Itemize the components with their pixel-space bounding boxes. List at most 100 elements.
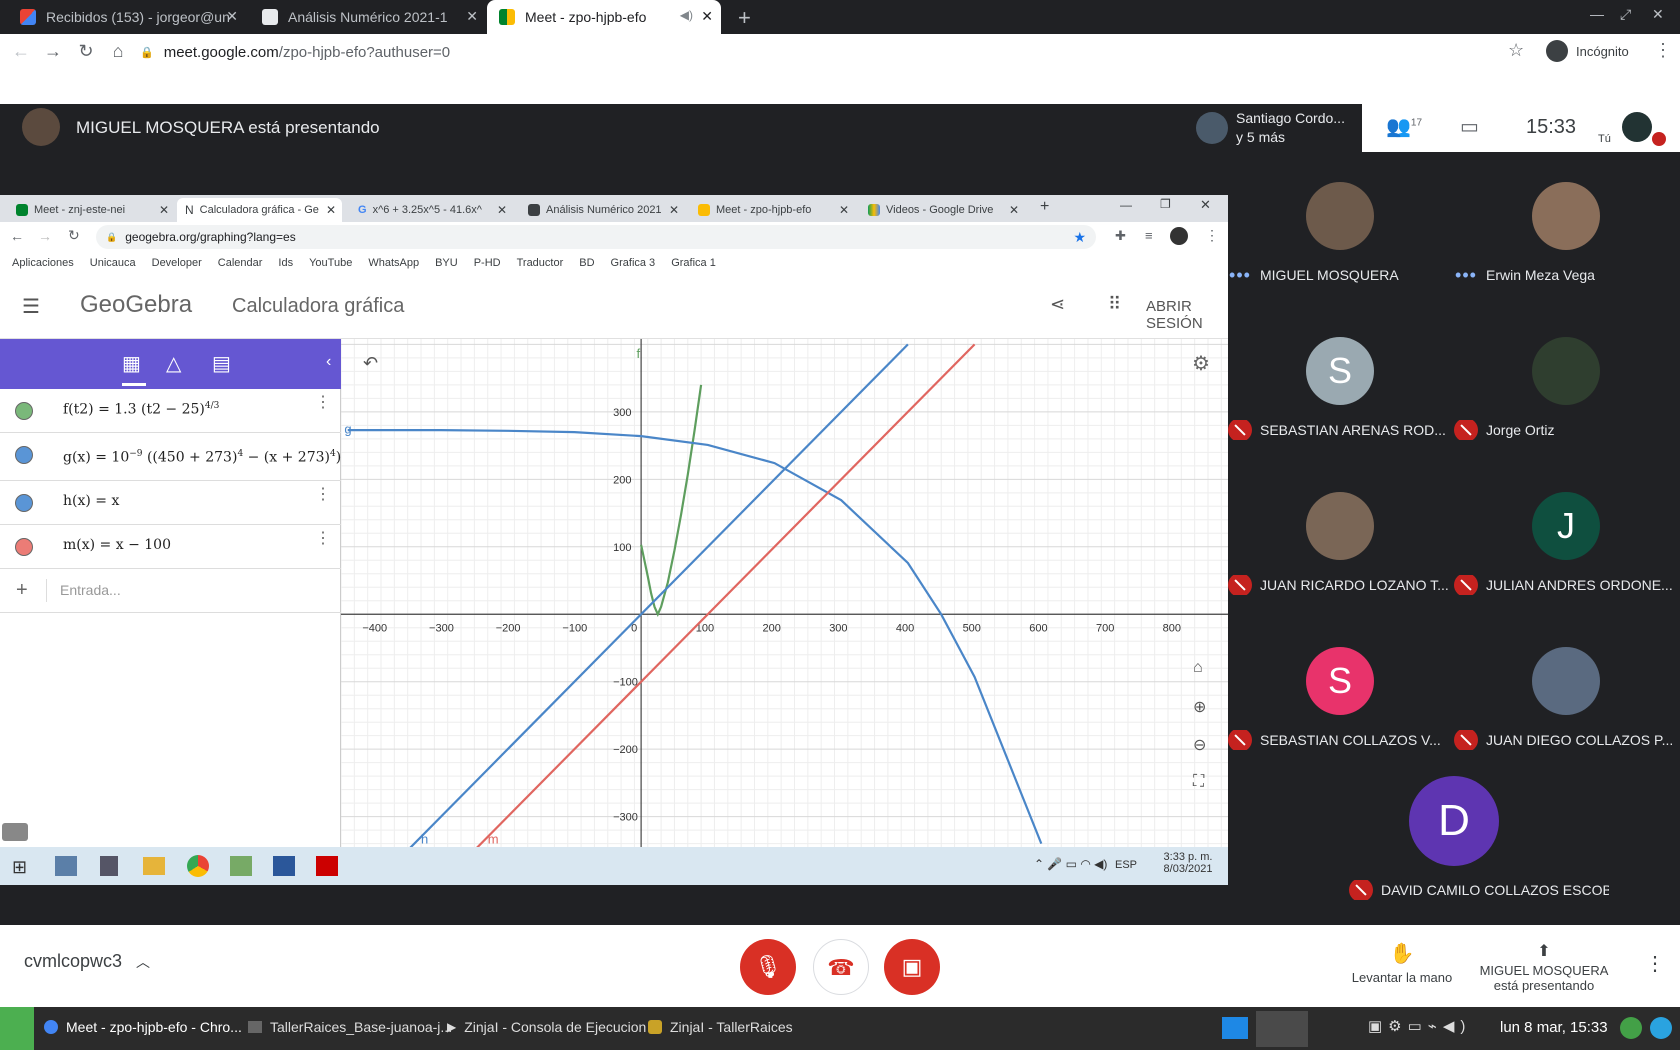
incognito-badge[interactable]: Incógnito (1546, 40, 1629, 62)
more-options-icon[interactable]: ⋮ (1645, 951, 1665, 976)
chrome-dock-icon[interactable] (1256, 1011, 1308, 1047)
apps-grid-icon[interactable]: ⠿ (1108, 294, 1121, 315)
close-tab-icon[interactable]: ✕ (497, 203, 507, 217)
bookmark-item[interactable]: Grafica 3 (611, 257, 656, 269)
os-task[interactable]: Meet - zpo-hjpb-efo - Chro... (44, 1019, 242, 1035)
graphics-view[interactable]: −400 −300 −200 −100 0 100 200 300 400 500 600 700 80… (341, 339, 1228, 847)
bookmark-star-icon[interactable]: ★ (1073, 229, 1086, 246)
bookmark-item[interactable]: P-HD (474, 257, 501, 269)
algebra-row-h[interactable]: h(x) = x ⋮ (0, 481, 341, 525)
more-options-icon[interactable]: ⋮ (315, 531, 331, 547)
participant-tile[interactable]: J JULIAN ANDRES ORDONE... (1454, 492, 1680, 647)
restore-icon[interactable]: ❐ (1160, 197, 1171, 211)
bookmark-item[interactable]: Aplicaciones (12, 257, 74, 269)
close-tab-icon[interactable]: ✕ (326, 203, 336, 217)
participant-tile[interactable]: S SEBASTIAN COLLAZOS V... (1228, 647, 1454, 802)
close-tab-icon[interactable]: ✕ (839, 203, 849, 217)
os-clock[interactable]: lun 8 mar, 15:33 (1500, 1019, 1608, 1036)
update-icon[interactable] (1620, 1017, 1642, 1039)
camera-toggle-button[interactable]: ▣ (884, 939, 940, 995)
chrome-icon[interactable] (187, 855, 209, 877)
close-tab-icon[interactable]: ✕ (701, 8, 713, 25)
people-icon[interactable]: 👥17 (1386, 114, 1422, 139)
algebra-row-g[interactable]: g(x) = 10−9 ((450 + 273)4 − (x + 273)4) (0, 433, 341, 481)
home-icon[interactable]: ⌂ (107, 40, 129, 62)
os-task[interactable]: ZinjaI - TallerRaices (648, 1019, 793, 1035)
system-tray-icons[interactable]: ▣⚙▭⌁◀) (1368, 1017, 1471, 1035)
minimize-icon[interactable]: — (1590, 6, 1604, 22)
participant-tile[interactable]: ••• Erwin Meza Vega (1454, 182, 1680, 337)
language-indicator[interactable]: ESP (1115, 859, 1137, 871)
algebra-input-row[interactable]: + Entrada... (0, 569, 341, 613)
os-menu-icon[interactable] (0, 1007, 34, 1050)
os-task[interactable]: TallerRaices_Base-juanoa-j... (248, 1019, 452, 1035)
tab-analisis[interactable]: Análisis Numérico 2021-1 ✕ (250, 0, 486, 34)
add-icon[interactable]: + (16, 579, 47, 602)
minimize-icon[interactable]: — (1120, 198, 1132, 212)
visibility-toggle-icon[interactable] (15, 446, 33, 464)
close-tab-icon[interactable]: ✕ (226, 8, 238, 25)
calculator-app-icon[interactable] (100, 856, 118, 876)
fullscreen-icon[interactable]: ⛶ (1193, 773, 1204, 791)
share-icon[interactable]: ⋖ (1050, 294, 1065, 315)
presenting-button[interactable]: ⬆ MIGUEL MOSQUERA está presentando (1474, 941, 1614, 993)
zoom-in-icon[interactable]: ⊕ (1193, 697, 1206, 717)
shared-tab[interactable]: Gx^6 + 3.25x^5 - 41.6x^ ✕ (350, 198, 513, 222)
algebra-row-f[interactable]: f(t2) = 1.3 (t2 − 25)4/3 ⋮ (0, 389, 341, 433)
keyboard-icon[interactable] (2, 823, 28, 841)
more-options-icon[interactable]: ⋮ (315, 487, 331, 503)
profile-avatar[interactable] (1170, 227, 1188, 245)
more-options-icon[interactable]: ⋮ (315, 395, 331, 411)
shared-address-bar[interactable]: 🔒 geogebra.org/graphing?lang=es ★ (96, 225, 1096, 249)
geogebra-logo[interactable]: GeoGebra (80, 291, 192, 319)
bookmark-star-icon[interactable]: ☆ (1508, 40, 1524, 61)
bookmark-item[interactable]: Traductor (517, 257, 564, 269)
leave-call-button[interactable]: ☎ (813, 939, 869, 995)
app-icon[interactable] (230, 856, 252, 876)
bookmark-item[interactable]: WhatsApp (368, 257, 419, 269)
algebra-row-m[interactable]: m(x) = x − 100 ⋮ (0, 525, 341, 569)
visibility-toggle-icon[interactable] (15, 402, 33, 420)
menu-kebab-icon[interactable]: ⋮ (1205, 227, 1219, 244)
extensions-icon[interactable]: ✚ (1115, 228, 1126, 244)
acrobat-icon[interactable] (316, 856, 338, 876)
address-bar[interactable]: 🔒 meet.google.com/zpo-hjpb-efo?authuser=… (140, 38, 1520, 66)
forward-icon[interactable]: → (38, 228, 52, 244)
reload-icon[interactable]: ↻ (75, 40, 97, 62)
table-icon[interactable]: ▤ (212, 351, 231, 376)
close-tab-icon[interactable]: ✕ (1009, 203, 1019, 217)
bookmark-item[interactable]: Unicauca (90, 257, 136, 269)
visibility-toggle-icon[interactable] (15, 538, 33, 556)
self-avatar[interactable] (1622, 112, 1652, 142)
settings-gear-icon[interactable]: ⚙ (1192, 351, 1210, 376)
collapse-panel-icon[interactable]: ‹ (326, 353, 331, 371)
raise-hand-button[interactable]: ✋ Levantar la mano (1344, 941, 1460, 985)
reload-icon[interactable]: ↻ (68, 227, 80, 244)
bookmark-item[interactable]: BYU (435, 257, 458, 269)
bookmark-item[interactable]: Ids (278, 257, 293, 269)
participant-tile[interactable]: JUAN RICARDO LOZANO T... (1228, 492, 1454, 647)
hamburger-menu-icon[interactable]: ☰ (22, 294, 40, 319)
forward-icon[interactable]: → (42, 40, 64, 62)
input-placeholder[interactable]: Entrada... (60, 582, 121, 598)
calculator-icon[interactable]: ▦ (122, 351, 141, 376)
participant-tile[interactable]: ••• MIGUEL MOSQUERA (1228, 182, 1454, 337)
bookmark-item[interactable]: Developer (152, 257, 202, 269)
bookmark-item[interactable]: BD (579, 257, 594, 269)
meeting-details-button[interactable]: cvmlcopwc3 ︿ (24, 951, 150, 972)
tab-meet[interactable]: Meet - zpo-hjpb-efo ◀) ✕ (487, 0, 721, 34)
shared-tab[interactable]: Meet - zpo-hjpb-efo ✕ (690, 198, 855, 222)
menu-kebab-icon[interactable]: ⋮ (1654, 40, 1672, 61)
close-window-icon[interactable]: ✕ (1652, 6, 1664, 23)
tab-gmail[interactable]: Recibidos (153) - jorgeor@un ✕ (8, 0, 246, 34)
folder-icon[interactable] (143, 857, 165, 875)
undo-icon[interactable]: ↶ (363, 353, 378, 374)
shared-tab[interactable]: Videos - Google Drive ✕ (860, 198, 1025, 222)
participant-tile[interactable]: S SEBASTIAN ARENAS ROD... (1228, 337, 1454, 492)
os-task[interactable]: ▶ ZinjaI - Consola de Ejecucion (447, 1019, 646, 1035)
close-tab-icon[interactable]: ✕ (466, 8, 478, 25)
close-tab-icon[interactable]: ✕ (669, 203, 679, 217)
back-icon[interactable]: ← (10, 228, 24, 244)
media-icon[interactable]: ≡ (1145, 228, 1153, 243)
tray-icons[interactable]: ⌃ 🎤 ▭ ◠ ◀) (1034, 857, 1107, 871)
